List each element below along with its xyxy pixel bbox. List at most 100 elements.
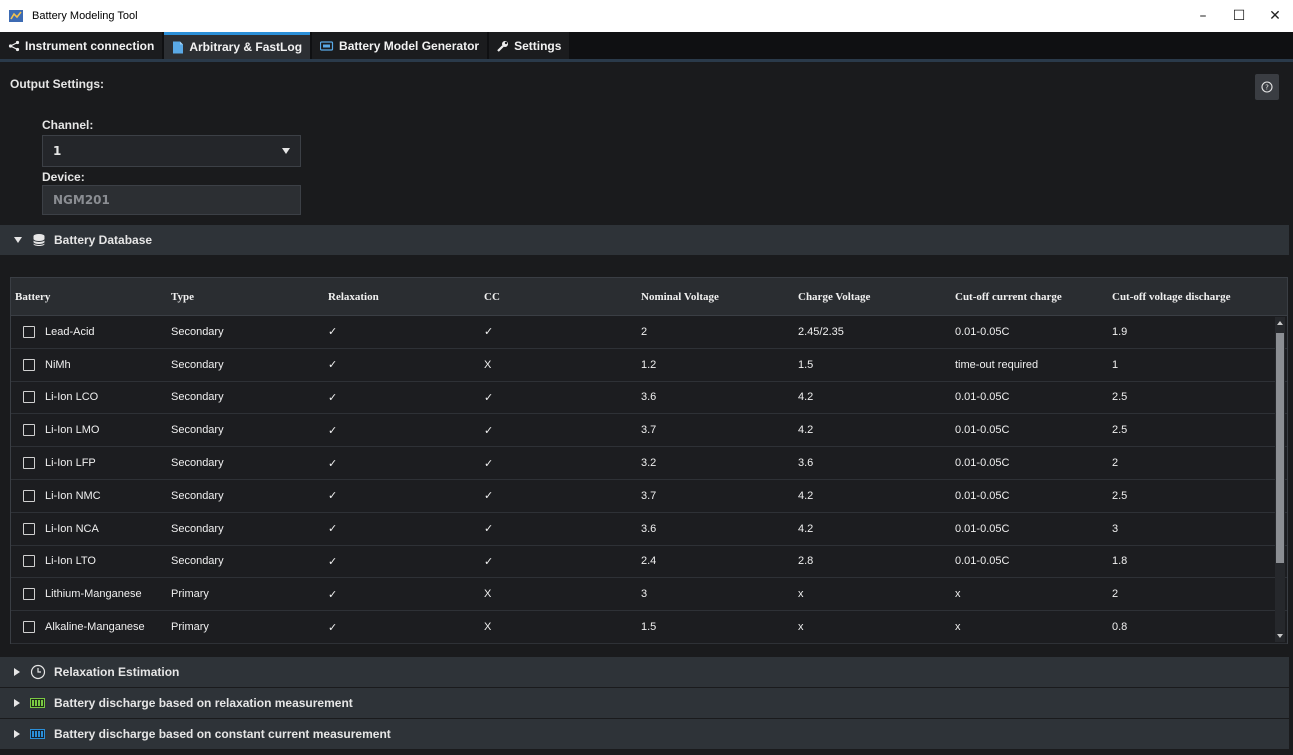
section-title: Battery discharge based on relaxation me… (54, 696, 353, 710)
table-cell: 4.2 (798, 522, 814, 535)
table-cell: 3.6 (798, 457, 814, 470)
row-checkbox[interactable] (23, 457, 35, 470)
table-row[interactable]: Lead-Acid Secondary ✓ ✓ 2 2.45/2.35 0.01-0.05C… (11, 316, 1287, 349)
table-row[interactable]: Li-Ion LMO Secondary ✓ ✓ 3.7 4.2 0.01-0.05C 2.5 (11, 414, 1287, 448)
table-row[interactable]: NiMh Secondary ✓ X 1.2 1.5 time-out required 1 (11, 349, 1287, 382)
help-icon: ? (1261, 81, 1273, 93)
table-cell: time-out required (955, 358, 1039, 371)
help-button[interactable]: ? (1255, 74, 1279, 100)
battery-name-cell: Li-Ion LCO (11, 391, 171, 404)
minimize-button[interactable]: – (1185, 0, 1221, 32)
section-title: Battery Database (54, 233, 153, 247)
table-cell: x (955, 588, 961, 601)
tab-label: Battery Model Generator (339, 38, 480, 53)
title-bar: Battery Modeling Tool – ☐ ✕ (0, 0, 1293, 32)
column-header[interactable]: Charge Voltage (798, 291, 955, 303)
table-cell: Secondary (171, 522, 224, 535)
svg-text:?: ? (1265, 84, 1269, 92)
section-title: Battery discharge based on constant curr… (54, 727, 391, 741)
battery-outline-icon (320, 40, 334, 51)
discharge-cc-header[interactable]: Battery discharge based on constant curr… (0, 719, 1289, 749)
scroll-up-icon[interactable] (1277, 321, 1283, 325)
table-row[interactable]: Li-Ion LFP Secondary ✓ ✓ 3.2 3.6 0.01-0.05C 2 (11, 447, 1287, 480)
table-cell: ✓ (328, 523, 338, 536)
tab-settings[interactable]: Settings (489, 32, 570, 59)
table-cell: 1.9 (1112, 325, 1128, 338)
table-row[interactable]: Li-Ion LTO Secondary ✓ ✓ 2.4 2.8 0.01-0.05C 1.8 (11, 546, 1287, 579)
column-header[interactable]: Nominal Voltage (641, 291, 798, 303)
table-cell: 1.5 (641, 621, 657, 634)
row-checkbox[interactable] (23, 391, 35, 404)
row-checkbox[interactable] (23, 424, 35, 437)
row-checkbox[interactable] (23, 358, 35, 371)
tab-label: Settings (514, 38, 562, 53)
table-cell: 3.7 (641, 424, 657, 437)
scroll-down-icon[interactable] (1277, 634, 1283, 638)
table-cell: 1.5 (798, 358, 814, 371)
row-checkbox[interactable] (23, 555, 35, 568)
battery-name-cell: Li-Ion LTO (11, 555, 171, 568)
table-cell: 3.7 (641, 489, 657, 502)
window-title: Battery Modeling Tool (32, 10, 138, 22)
tab-instrument-connection[interactable]: Instrument connection (0, 32, 163, 59)
table-cell: ✓ (328, 391, 338, 404)
table-cell: 3 (1112, 522, 1119, 535)
table-row[interactable]: Alkaline-Manganese Primary ✓ X 1.5 x x 0.8 (11, 611, 1287, 644)
table-cell: Secondary (171, 391, 224, 404)
table-cell: 2 (1112, 457, 1119, 470)
tab-battery-model-generator[interactable]: Battery Model Generator (312, 32, 488, 59)
battery-database-header[interactable]: Battery Database (0, 225, 1289, 255)
column-header[interactable]: Relaxation (328, 291, 484, 303)
table-row[interactable]: Lithium-Manganese Primary ✓ X 3 x x 2 (11, 578, 1287, 612)
collapse-arrow-icon (14, 237, 22, 243)
table-cell: ✓ (484, 457, 494, 470)
table-row[interactable]: Li-Ion NCA Secondary ✓ ✓ 3.6 4.2 0.01-0.05C 3 (11, 513, 1287, 546)
table-cell: ✓ (328, 555, 338, 568)
expand-arrow-icon (14, 699, 20, 707)
table-cell: Secondary (171, 457, 224, 470)
battery-name-cell: Li-Ion LMO (11, 424, 171, 437)
table-scrollbar[interactable] (1275, 317, 1285, 642)
table-row[interactable]: Li-Ion NMC Secondary ✓ ✓ 3.7 4.2 0.01-0.05C 2.5 (11, 480, 1287, 513)
table-cell: 3.6 (641, 522, 657, 535)
discharge-relaxation-header[interactable]: Battery discharge based on relaxation me… (0, 688, 1289, 718)
tab-arbitrary-fastlog[interactable]: Arbitrary & FastLog (164, 32, 311, 59)
battery-table: Battery Type Relaxation CC Nominal Volta… (10, 277, 1288, 644)
table-cell: 0.01-0.05C (955, 457, 1010, 470)
battery-name: Li-Ion LFP (45, 457, 96, 470)
column-header[interactable]: Battery (11, 291, 171, 303)
relaxation-estimation-header[interactable]: Relaxation Estimation (0, 657, 1289, 687)
main-panel: Output Settings: ? Channel: 1 Device: NG… (0, 65, 1293, 755)
row-checkbox[interactable] (23, 588, 35, 601)
scroll-thumb[interactable] (1276, 333, 1284, 563)
close-button[interactable]: ✕ (1257, 0, 1293, 32)
table-cell: ✓ (484, 424, 494, 437)
maximize-button[interactable]: ☐ (1221, 0, 1257, 32)
column-header[interactable]: Cut-off voltage discharge (1112, 291, 1272, 303)
table-cell: 0.01-0.05C (955, 555, 1010, 568)
channel-select[interactable]: 1 (42, 135, 301, 167)
tab-label: Arbitrary & FastLog (189, 40, 303, 54)
table-cell: ✓ (484, 555, 494, 568)
tab-label: Instrument connection (25, 38, 155, 53)
table-cell: 0.01-0.05C (955, 522, 1010, 535)
wrench-icon (497, 40, 509, 52)
table-cell: ✓ (484, 490, 494, 503)
table-cell: X (484, 588, 492, 601)
row-checkbox[interactable] (23, 621, 35, 634)
column-header[interactable]: Cut-off current charge (955, 291, 1112, 303)
table-cell: x (955, 621, 961, 634)
table-row[interactable]: Li-Ion LCO Secondary ✓ ✓ 3.6 4.2 0.01-0.05C 2.5 (11, 382, 1287, 415)
column-header[interactable]: Type (171, 291, 328, 303)
battery-name-cell: Li-Ion LFP (11, 457, 171, 470)
table-cell: 2.5 (1112, 489, 1128, 502)
share-icon (8, 40, 20, 52)
row-checkbox[interactable] (23, 522, 35, 535)
table-cell: ✓ (484, 326, 494, 339)
table-cell: 2 (641, 325, 648, 338)
row-checkbox[interactable] (23, 489, 35, 502)
column-header[interactable]: CC (484, 291, 641, 303)
table-cell: X (484, 621, 492, 634)
row-checkbox[interactable] (23, 325, 35, 338)
device-field: NGM201 (42, 185, 301, 215)
